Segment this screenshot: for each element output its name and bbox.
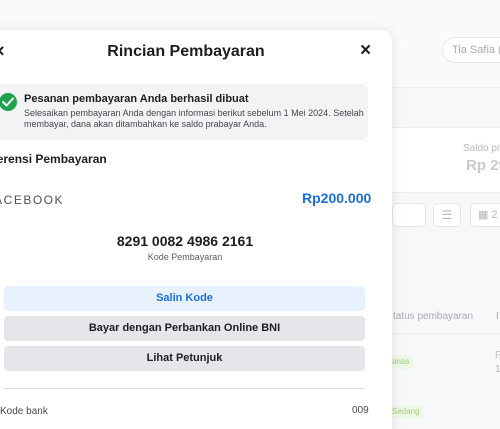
payment-details-modal: × Rincian Pembayaran × Pesanan pembayara… (0, 30, 392, 429)
alert-text: Selesaikan pembayaran Anda dengan inform… (24, 108, 364, 129)
bank-code-value: 009 (352, 405, 369, 416)
divider (4, 388, 365, 389)
modal-title: Rincian Pembayaran (107, 43, 265, 60)
close-icon[interactable]: × (360, 41, 371, 60)
view-instructions-button[interactable]: Lihat Petunjuk (4, 346, 365, 371)
payment-code-caption: Kode Pembayaran (147, 252, 223, 262)
calendar-icon: ▦ (478, 209, 492, 221)
column-header-status: tatus pembayaran (393, 311, 474, 322)
alert-title: Pesanan pembayaran Anda berhasil dibuat (24, 93, 249, 105)
section-title-reference: eferensi Pembayaran (0, 152, 107, 166)
copy-code-button[interactable]: Salin Kode (4, 286, 365, 311)
date-value: 2 (491, 209, 498, 221)
bank-code-label: Kode bank (0, 406, 48, 417)
status-badge: Sedang (392, 405, 424, 419)
status-badge: anas (392, 355, 414, 369)
saldo-label: Saldo pr (463, 143, 500, 154)
merchant-name: FACEBOOK (0, 193, 65, 207)
column-header-extra: I (496, 311, 499, 322)
user-account-pill[interactable]: Tia Safia (7 (442, 37, 500, 63)
payment-code: 8291 0082 4986 2161 (116, 233, 254, 249)
payment-amount: Rp200.000 (302, 190, 372, 206)
check-circle-icon (0, 93, 17, 111)
pay-online-banking-button[interactable]: Bayar dengan Perbankan Online BNI (4, 316, 365, 341)
saldo-value: Rp 29 (466, 157, 500, 174)
success-alert: Pesanan pembayaran Anda berhasil dibuat … (0, 84, 368, 140)
row-extra-cell: F (495, 350, 500, 361)
date-picker[interactable]: ▦ 2 (470, 203, 500, 227)
row-extra-cell-2: 1 (495, 364, 500, 375)
search-input[interactable] (392, 203, 426, 227)
filter-icon[interactable]: ☰ (433, 203, 461, 227)
